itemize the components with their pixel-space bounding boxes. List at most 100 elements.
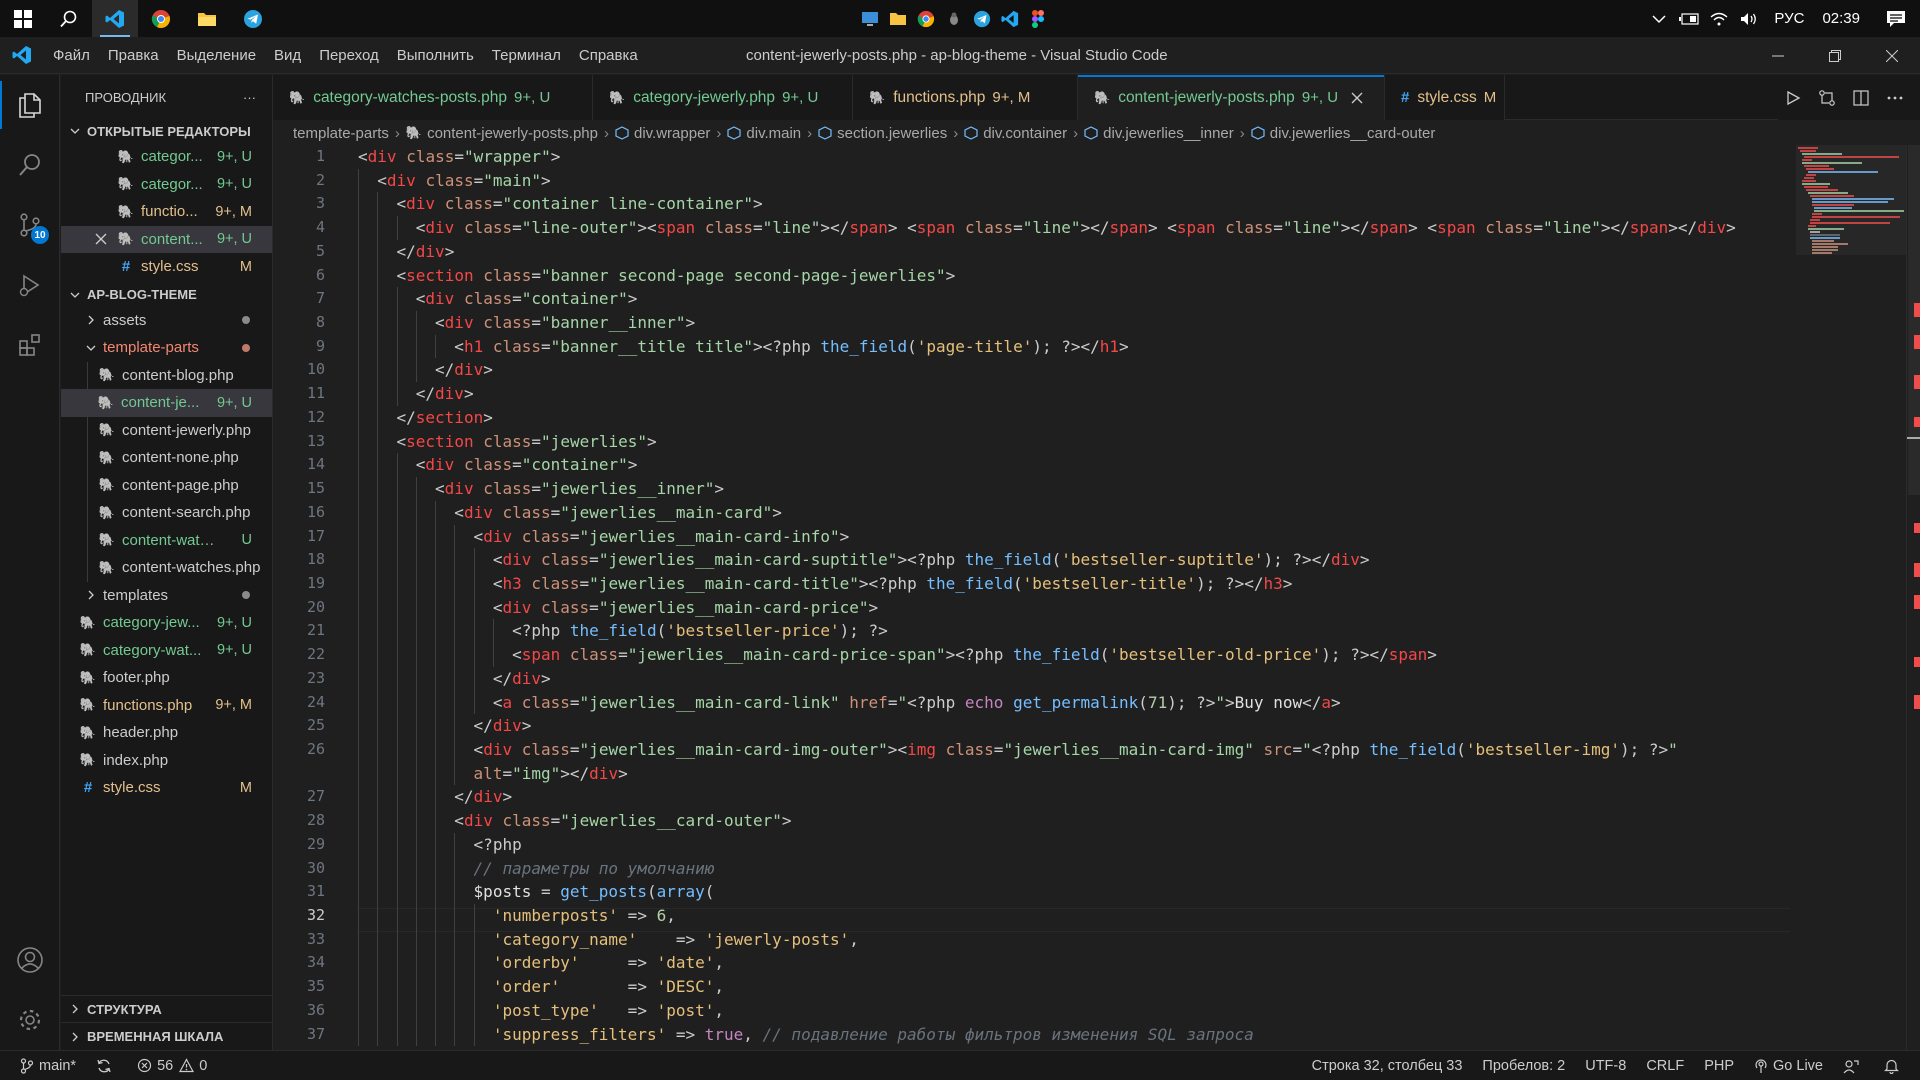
code-line[interactable]: <?php the_field('bestseller-price'); ?> — [512, 619, 888, 643]
problems-indicator[interactable]: 56 0 — [127, 1051, 217, 1080]
code-line[interactable]: </div> — [416, 382, 474, 406]
telegram-icon[interactable] — [972, 9, 992, 29]
file-category-jewerly[interactable]: 🐘 category-jew... 9+, U — [61, 609, 272, 637]
file-content-search[interactable]: 🐘 content-search.php — [87, 499, 272, 527]
indentation[interactable]: Пробелов: 2 — [1472, 1051, 1575, 1080]
open-editor-item[interactable]: 🐘 categor... 9+, U — [61, 171, 272, 199]
bug-icon[interactable] — [944, 9, 964, 29]
menu-terminal[interactable]: Терминал — [483, 37, 570, 74]
windows-start-icon[interactable] — [0, 0, 46, 37]
code-line[interactable]: </div> — [474, 714, 532, 738]
cursor-position[interactable]: Строка 32, столбец 33 — [1302, 1051, 1473, 1080]
search-icon[interactable] — [46, 0, 92, 37]
tab-category-watches-posts[interactable]: 🐘 category-watches-posts.php 9+, U — [273, 75, 593, 120]
file-content-blog[interactable]: 🐘 content-blog.php — [87, 361, 272, 389]
tab-category-jewerly[interactable]: 🐘 category-jewerly.php 9+, U — [593, 75, 853, 120]
run-file-icon[interactable] — [1778, 83, 1808, 113]
code-line[interactable]: <div class="jewerlies__card-outer"> — [454, 809, 791, 833]
monitor-icon[interactable] — [860, 9, 880, 29]
code-line[interactable]: <div class="wrapper"> — [358, 145, 560, 169]
open-editor-item[interactable]: 🐘 categor... 9+, U — [61, 143, 272, 171]
close-tab-icon[interactable] — [1348, 89, 1366, 107]
code-line[interactable]: <div class="banner__inner"> — [435, 311, 695, 335]
code-line[interactable]: </section> — [397, 406, 493, 430]
code-line[interactable]: <div class="jewerlies__main-card"> — [454, 501, 782, 525]
feedback-icon[interactable] — [1833, 1051, 1874, 1080]
notifications-bell-icon[interactable] — [1874, 1051, 1920, 1080]
line-endings[interactable]: CRLF — [1636, 1051, 1694, 1080]
breadcrumb-symbol[interactable]: div.jewerlies__card-outer — [1270, 125, 1436, 142]
more-actions-icon[interactable] — [1880, 83, 1910, 113]
input-language[interactable]: РУС — [1764, 10, 1814, 27]
volume-icon[interactable] — [1734, 0, 1764, 37]
encoding[interactable]: UTF-8 — [1575, 1051, 1636, 1080]
source-control-icon[interactable]: 10 — [0, 195, 60, 255]
vscode-taskbar-icon[interactable] — [92, 0, 138, 37]
code-line[interactable]: <div class="jewerlies__main-card-info"> — [474, 525, 850, 549]
file-content-watch[interactable]: 🐘 content-watch... U — [87, 526, 272, 554]
code-line[interactable]: </div> — [397, 240, 455, 264]
vertical-scrollbar[interactable] — [1906, 145, 1920, 1050]
close-window-button[interactable] — [1863, 37, 1920, 74]
breadcrumb-symbol[interactable]: div.wrapper — [634, 125, 710, 142]
code-line[interactable]: 'order' => 'DESC', — [493, 975, 724, 999]
open-editor-item-active[interactable]: 🐘 content... 9+, U — [61, 225, 272, 253]
sync-icon[interactable] — [86, 1051, 127, 1080]
folder-assets[interactable]: assets — [61, 307, 272, 335]
code-line[interactable]: </div> — [454, 785, 512, 809]
breadcrumb-file[interactable]: content-jewerly-posts.php — [427, 125, 598, 142]
outline-header[interactable]: СТРУКТУРА — [61, 996, 273, 1023]
timeline-header[interactable]: ВРЕМЕННАЯ ШКАЛА — [61, 1023, 273, 1050]
menu-selection[interactable]: Выделение — [168, 37, 265, 74]
account-icon[interactable] — [0, 930, 60, 990]
code-line[interactable]: <span class="jewerlies__main-card-price-… — [512, 643, 1437, 667]
open-editors-header[interactable]: ОТКРЫТЫЕ РЕДАКТОРЫ — [61, 119, 272, 143]
code-line[interactable]: <div class="line-outer"><span class="lin… — [416, 216, 1736, 240]
code-line[interactable]: </div> — [493, 667, 551, 691]
settings-gear-icon[interactable] — [0, 990, 60, 1050]
menu-go[interactable]: Переход — [310, 37, 388, 74]
code-line[interactable]: <div class="jewerlies__main-card-price"> — [493, 596, 878, 620]
minimize-button[interactable] — [1749, 37, 1806, 74]
code-line[interactable]: <section class="banner second-page secon… — [397, 264, 956, 288]
open-changes-icon[interactable] — [1812, 83, 1842, 113]
code-content[interactable]: <div class="wrapper"> <div class="main"> <… — [358, 145, 1790, 1050]
notification-center-icon[interactable] — [1872, 0, 1920, 37]
language-mode[interactable]: PHP — [1694, 1051, 1744, 1080]
git-branch[interactable]: main* — [0, 1051, 86, 1080]
file-index[interactable]: 🐘 index.php — [61, 747, 272, 775]
code-line[interactable]: $posts = get_posts(array( — [474, 880, 715, 904]
file-content-jewerly[interactable]: 🐘 content-jewerly.php — [87, 416, 272, 444]
tab-style-css[interactable]: # style.css M — [1385, 75, 1505, 120]
code-line[interactable]: <h1 class="banner__title title"><?php th… — [454, 335, 1128, 359]
file-explorer-taskbar-icon[interactable] — [184, 0, 230, 37]
code-line[interactable]: 'suppress_filters' => true, // подавлени… — [493, 1023, 1254, 1047]
code-editor[interactable]: 1 2 3 4 5 6 7 8 9 10 11 12 13 14 15 16 17 18 19 20 21 22 23 24 2… — [273, 145, 1920, 1050]
code-line[interactable]: <div class="container line-container"> — [397, 192, 763, 216]
file-category-watches[interactable]: 🐘 category-wat... 9+, U — [61, 637, 272, 665]
open-editor-item[interactable]: 🐘 functio... 9+, M — [61, 198, 272, 226]
code-line[interactable]: <div class="main"> — [377, 169, 550, 193]
code-line[interactable]: <?php — [474, 833, 522, 857]
open-editor-item[interactable]: # style.css M — [61, 253, 272, 281]
extensions-icon[interactable] — [0, 315, 60, 375]
explorer-more-button[interactable]: ··· — [243, 90, 256, 105]
explorer-icon[interactable] — [0, 75, 60, 135]
code-line[interactable]: <div class="jewerlies__main-card-suptitl… — [493, 548, 1370, 572]
breadcrumb-symbol[interactable]: section.jewerlies — [837, 125, 947, 142]
file-functions[interactable]: 🐘 functions.php 9+, M — [61, 692, 272, 720]
menu-help[interactable]: Справка — [570, 37, 647, 74]
chrome-taskbar-icon[interactable] — [138, 0, 184, 37]
file-content-none[interactable]: 🐘 content-none.php — [87, 444, 272, 472]
breadcrumb-folder[interactable]: template-parts — [293, 125, 389, 142]
file-content-watches[interactable]: 🐘 content-watches.php — [87, 554, 272, 582]
code-line[interactable]: <div class="jewerlies__inner"> — [435, 477, 724, 501]
file-content-page[interactable]: 🐘 content-page.php — [87, 471, 272, 499]
code-line[interactable]: // параметры по умолчанию — [474, 857, 715, 881]
telegram-taskbar-icon[interactable] — [230, 0, 276, 37]
battery-icon[interactable] — [1674, 0, 1704, 37]
scrollbar-thumb[interactable] — [1908, 145, 1920, 495]
code-line[interactable]: <div class="jewerlies__main-card-img-out… — [474, 738, 1678, 762]
breadcrumb-symbol[interactable]: div.jewerlies__inner — [1103, 125, 1234, 142]
menu-edit[interactable]: Правка — [99, 37, 168, 74]
